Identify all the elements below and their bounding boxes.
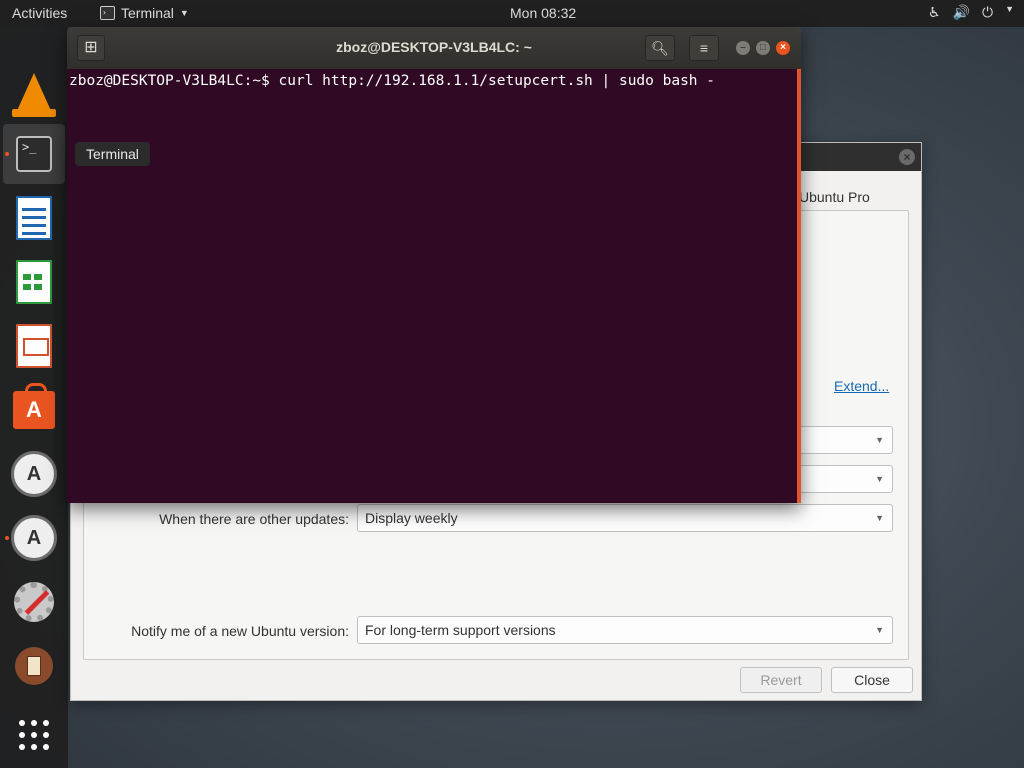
hamburger-menu-icon: ≡ <box>699 40 709 56</box>
firmware-icon <box>15 647 53 685</box>
vlc-cone-icon <box>12 73 56 117</box>
impress-icon <box>16 324 52 368</box>
terminal-output[interactable]: zboz@DESKTOP-V3LB4LC:~$ curl http://192.… <box>67 69 801 503</box>
terminal-icon: >_ <box>16 136 52 172</box>
running-indicator <box>5 152 9 156</box>
extend-link[interactable]: Extend... <box>834 378 889 394</box>
dock-item-updater[interactable]: A <box>3 444 65 504</box>
app-menu-label: Terminal <box>121 5 174 21</box>
notify-value: For long-term support versions <box>365 622 556 638</box>
maximize-button[interactable]: □ <box>756 41 770 55</box>
search-button[interactable]: 🔍︎ <box>645 35 675 61</box>
chevron-down-icon: ▼ <box>875 435 884 445</box>
close-button[interactable]: Close <box>831 667 913 693</box>
writer-icon <box>16 196 52 240</box>
minimize-button[interactable]: – <box>736 41 750 55</box>
tab-ubuntu-pro[interactable]: Ubuntu Pro <box>799 189 870 205</box>
settings-gear-icon <box>14 582 54 622</box>
volume-icon[interactable]: 🔊 <box>953 4 970 21</box>
revert-button[interactable]: Revert <box>740 667 822 693</box>
show-applications-button[interactable] <box>3 705 65 765</box>
app-grid-icon <box>19 720 49 750</box>
power-icon[interactable]: ⏻ <box>982 4 993 21</box>
app-menu[interactable]: › Terminal ▼ <box>100 5 189 21</box>
search-icon: 🔍︎ <box>651 40 669 56</box>
chevron-down-icon: ▼ <box>875 513 884 523</box>
chevron-down-icon: ▼ <box>179 8 189 18</box>
other-updates-select[interactable]: Display weekly ▼ <box>357 504 893 532</box>
window-close-button[interactable]: × <box>776 41 790 55</box>
dock-item-calc[interactable] <box>3 252 65 312</box>
other-updates-label: When there are other updates: <box>159 511 349 527</box>
close-icon[interactable]: × <box>899 149 915 165</box>
chevron-down-icon[interactable]: ▼ <box>1005 4 1014 21</box>
dock-item-vlc[interactable] <box>3 63 65 123</box>
chevron-down-icon: ▼ <box>875 474 884 484</box>
calc-icon <box>16 260 52 304</box>
menu-button[interactable]: ≡ <box>689 35 719 61</box>
command-line: zboz@DESKTOP-V3LB4LC:~$ curl http://192.… <box>69 73 716 89</box>
terminal-app-icon: › <box>100 6 115 20</box>
dock-tooltip: Terminal <box>75 142 150 166</box>
chevron-down-icon: ▼ <box>875 625 884 635</box>
dock-item-writer[interactable] <box>3 188 65 248</box>
clock[interactable]: Mon 08:32 <box>510 5 576 21</box>
top-bar: Activities › Terminal ▼ Mon 08:32 ♿ 🔊 ⏻ … <box>0 0 1024 27</box>
accessibility-icon[interactable]: ♿ <box>928 4 941 21</box>
update-icon: A <box>11 515 57 561</box>
software-bag-icon: A <box>13 383 55 429</box>
terminal-headerbar[interactable]: ⊞ zboz@DESKTOP-V3LB4LC: ~ 🔍︎ ≡ – □ × <box>67 27 801 69</box>
dock-item-firmware[interactable] <box>3 636 65 696</box>
system-tray[interactable]: ♿ 🔊 ⏻ ▼ <box>928 4 1014 21</box>
dock-item-updater-2[interactable]: A <box>3 508 65 568</box>
activities-button[interactable]: Activities <box>12 5 67 21</box>
dock-item-impress[interactable] <box>3 316 65 376</box>
running-indicator <box>5 536 9 540</box>
dock-item-terminal[interactable]: >_ <box>3 124 65 184</box>
terminal-window[interactable]: ⊞ zboz@DESKTOP-V3LB4LC: ~ 🔍︎ ≡ – □ × zbo… <box>67 27 801 503</box>
notify-label: Notify me of a new Ubuntu version: <box>131 623 349 639</box>
dock: >_ A A A <box>0 27 68 768</box>
update-icon: A <box>11 451 57 497</box>
dock-item-software[interactable]: A <box>3 380 65 440</box>
dock-item-settings[interactable] <box>3 572 65 632</box>
other-updates-value: Display weekly <box>365 510 458 526</box>
notify-version-select[interactable]: For long-term support versions ▼ <box>357 616 893 644</box>
